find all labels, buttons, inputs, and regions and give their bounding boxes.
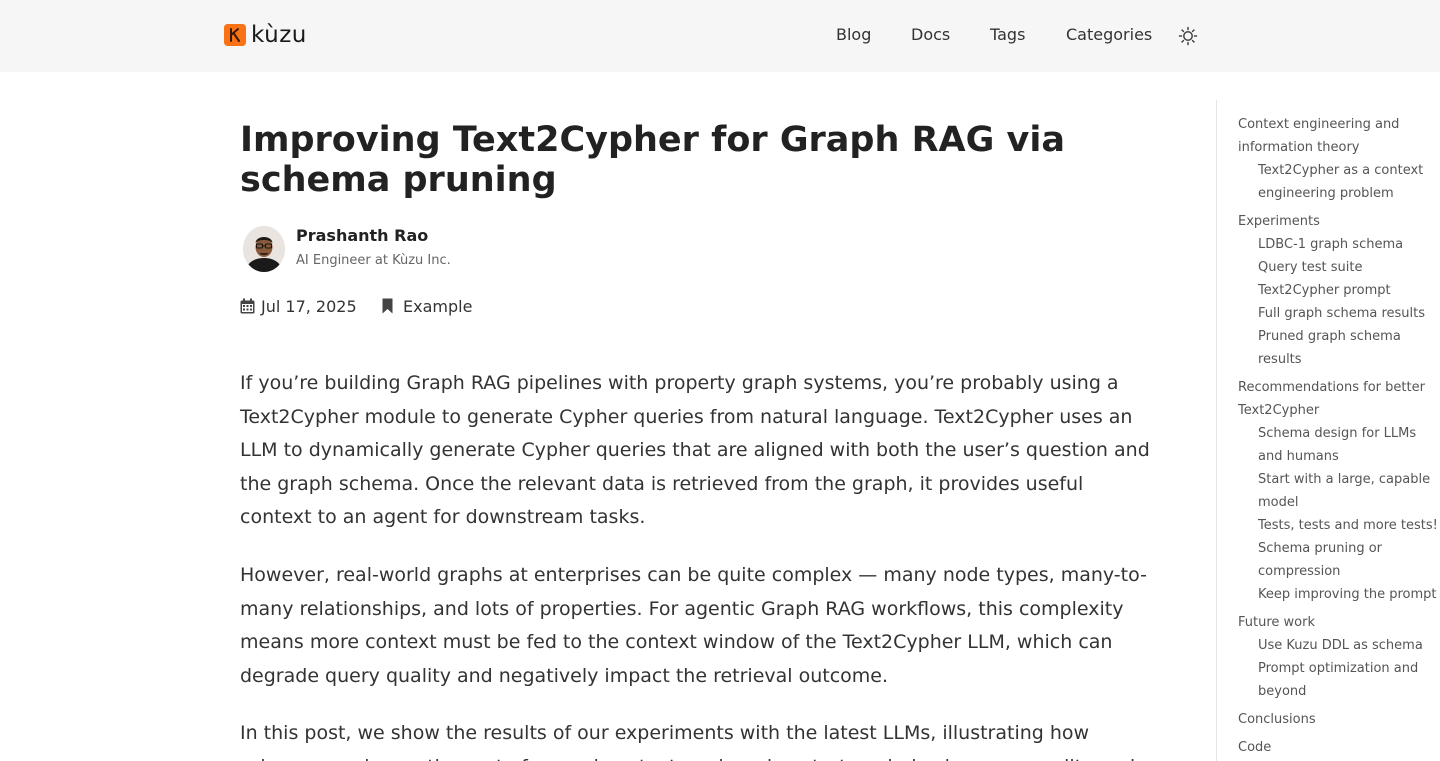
para-1-line-2: Text2Cypher module to generate Cypher qu… [240, 405, 1133, 428]
avatar [243, 226, 285, 272]
paragraph-2: However, real-world graphs at enterprise… [240, 559, 1200, 693]
toc-item-conclusions[interactable]: Conclusions [1238, 708, 1316, 731]
toc-item-code[interactable]: Code [1238, 736, 1271, 759]
para-2-line-2: many relationships, and lots of properti… [240, 597, 1124, 620]
post-date: Jul 17, 2025 [261, 297, 357, 316]
toc-item-future-work[interactable]: Future work [1238, 611, 1315, 634]
toc-item-context-engineering[interactable]: Context engineering and [1238, 113, 1399, 136]
toc-item-large-model-cont[interactable]: model [1258, 491, 1298, 514]
bookmark-icon [382, 298, 393, 318]
para-3-line-1: In this post, we show the results of our… [240, 722, 1090, 744]
logo-text: kùzu [251, 22, 307, 48]
toc-item-tests[interactable]: Tests, tests and more tests! [1258, 514, 1438, 537]
toc-item-context-engineering-cont[interactable]: information theory [1238, 136, 1360, 159]
kuzu-logo[interactable]: kùzu [224, 22, 307, 48]
toc-item-ldbc-schema[interactable]: LDBC-1 graph schema [1258, 233, 1403, 256]
toc-item-schema-design-cont[interactable]: and humans [1258, 445, 1339, 468]
nav-blog[interactable]: Blog [836, 25, 871, 45]
article-title: Improving Text2Cypher for Graph RAG via … [240, 120, 1200, 200]
toc-item-prompt-optimization-cont[interactable]: beyond [1258, 680, 1306, 703]
para-2-line-3: means more context must be fed to the co… [240, 631, 1113, 653]
author-name[interactable]: Prashanth Rao [296, 226, 428, 245]
toc-item-text2cypher-context[interactable]: Text2Cypher as a context [1258, 159, 1423, 182]
toc-item-text2cypher-prompt[interactable]: Text2Cypher prompt [1258, 279, 1391, 302]
site-header: kùzu Blog Docs Tags Categories [0, 0, 1440, 72]
para-1-line-5: context to an agent for downstream tasks… [240, 506, 646, 528]
toc-item-schema-pruning-cont[interactable]: compression [1258, 560, 1340, 583]
para-1-line-4: the graph schema. Once the relevant data… [240, 472, 1084, 495]
toc-item-keep-improving[interactable]: Keep improving the prompt [1258, 583, 1436, 606]
para-1-line-3: LLM to dynamically generate Cypher queri… [240, 439, 1150, 461]
toc-item-prompt-optimization[interactable]: Prompt optimization and [1258, 657, 1418, 680]
toc-item-kuzu-ddl[interactable]: Use Kuzu DDL as schema [1258, 634, 1423, 657]
paragraph-1: If you’re building Graph RAG pipelines w… [240, 367, 1200, 535]
para-1-line-1: If you’re building Graph RAG pipelines w… [240, 372, 1119, 394]
para-2-line-1: However, real-world graphs at enterprise… [240, 564, 1147, 586]
toc-item-query-test-suite[interactable]: Query test suite [1258, 256, 1362, 279]
title-line-2: schema pruning [240, 160, 557, 200]
para-2-line-4: degrade query quality and negatively imp… [240, 664, 889, 687]
post-category[interactable]: Example [403, 297, 472, 317]
toc-item-text2cypher-context-cont[interactable]: engineering problem [1258, 182, 1394, 205]
toc-divider [1216, 100, 1217, 761]
sun-icon[interactable] [1178, 26, 1198, 46]
toc-item-experiments[interactable]: Experiments [1238, 210, 1320, 233]
para-3-line-2: schema pruning as the part of a good con… [240, 751, 1200, 761]
toc-item-recommendations[interactable]: Recommendations for better [1238, 376, 1425, 399]
toc-item-pruned-schema-cont[interactable]: results [1258, 348, 1302, 371]
calendar-icon [240, 298, 255, 318]
nav-categories[interactable]: Categories [1066, 25, 1152, 45]
nav-docs[interactable]: Docs [911, 25, 950, 45]
kuzu-logo-icon [224, 24, 246, 46]
toc-item-pruned-schema[interactable]: Pruned graph schema [1258, 325, 1401, 348]
author-role: AI Engineer at Kùzu Inc. [296, 253, 451, 268]
toc-item-schema-design[interactable]: Schema design for LLMs [1258, 422, 1416, 445]
toc-item-recommendations-cont[interactable]: Text2Cypher [1238, 399, 1319, 422]
nav-tags[interactable]: Tags [990, 25, 1025, 45]
toc-item-large-model[interactable]: Start with a large, capable [1258, 468, 1430, 491]
paragraph-3: In this post, we show the results of our… [240, 717, 1200, 761]
title-line-1: Improving Text2Cypher for Graph RAG via [240, 120, 1065, 160]
toc-item-schema-pruning[interactable]: Schema pruning or [1258, 537, 1382, 560]
toc-item-full-schema-results[interactable]: Full graph schema results [1258, 302, 1425, 325]
